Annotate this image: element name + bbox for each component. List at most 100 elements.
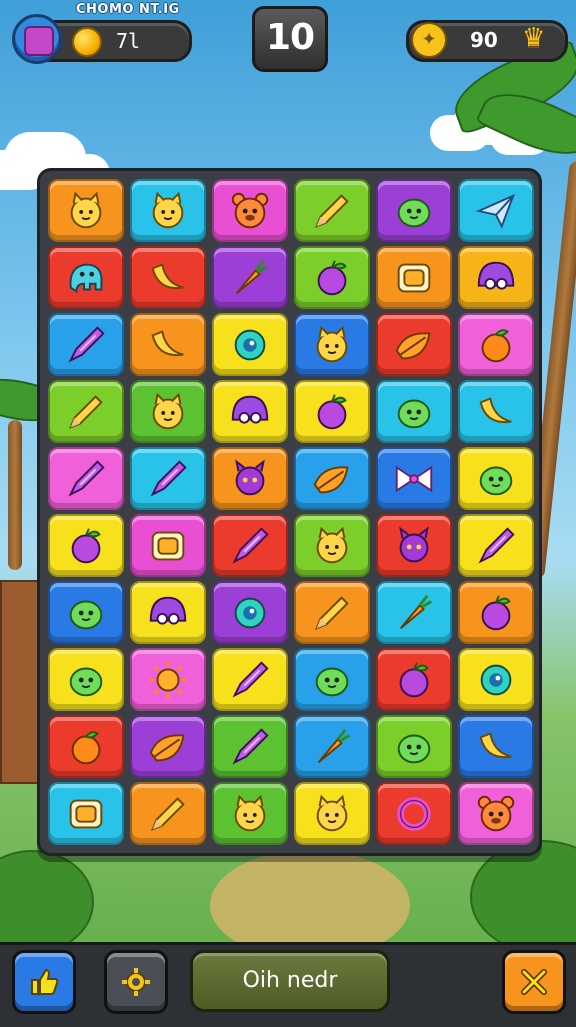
eye-icon	[234, 329, 266, 360]
tile-crayon-r6c3[interactable]	[212, 514, 288, 577]
tile-ring-r10c5[interactable]	[376, 782, 452, 845]
tile-carrot-r2c3[interactable]	[212, 246, 288, 309]
tile-bear-r1c3[interactable]	[212, 179, 288, 242]
tile-blob-r5c6[interactable]	[458, 447, 534, 510]
tile-pencil-r1c4[interactable]	[294, 179, 370, 242]
tile-eye-r8c6[interactable]	[458, 648, 534, 711]
crayon-icon	[232, 727, 269, 764]
tile-blob-r7c1[interactable]	[48, 581, 124, 644]
tile-helmet-r4c3[interactable]	[212, 380, 288, 443]
player-avatar[interactable]	[12, 14, 62, 64]
tile-cat-r6c4[interactable]	[294, 514, 370, 577]
devil-icon	[399, 525, 429, 562]
tile-apple-r2c4[interactable]	[294, 246, 370, 309]
tile-apple-r4c4[interactable]	[294, 380, 370, 443]
apple-icon	[399, 661, 429, 697]
crayon-icon	[150, 459, 187, 496]
pencil-icon	[314, 193, 349, 228]
tile-pencil-r7c4[interactable]	[294, 581, 370, 644]
hint-button[interactable]	[12, 950, 76, 1014]
tile-cat-r1c2[interactable]	[130, 179, 206, 242]
tile-crayon-r9c3[interactable]	[212, 715, 288, 778]
tile-apple-r8c5[interactable]	[376, 648, 452, 711]
sun-icon	[148, 660, 188, 699]
apple-icon	[71, 527, 101, 563]
tile-leaf-r9c2[interactable]	[130, 715, 206, 778]
tile-grid	[48, 179, 534, 845]
tile-eye-r3c3[interactable]	[212, 313, 288, 376]
tile-eye-r7c3[interactable]	[212, 581, 288, 644]
tile-apple-r6c1[interactable]	[48, 514, 124, 577]
tile-devil-r6c5[interactable]	[376, 514, 452, 577]
cat-icon	[234, 794, 266, 831]
helmet-icon	[231, 395, 269, 423]
tile-plane-r1c6[interactable]	[458, 179, 534, 242]
tile-banana-r3c2[interactable]	[130, 313, 206, 376]
tile-cat-r1c1[interactable]	[48, 179, 124, 242]
tile-carrot-r7c5[interactable]	[376, 581, 452, 644]
devil-icon	[235, 458, 265, 495]
tile-sun-r8c2[interactable]	[130, 648, 206, 711]
banana-icon	[479, 731, 512, 758]
elephant-icon	[69, 263, 103, 293]
box-icon	[397, 263, 431, 292]
tile-box-r2c5[interactable]	[376, 246, 452, 309]
cat-icon	[316, 794, 348, 831]
tile-cat-r4c2[interactable]	[130, 380, 206, 443]
tile-leaf-r5c4[interactable]	[294, 447, 370, 510]
tile-orange-r9c1[interactable]	[48, 715, 124, 778]
tile-crayon-r8c3[interactable]	[212, 648, 288, 711]
tile-bow-r5c5[interactable]	[376, 447, 452, 510]
crown-icon: ♛	[522, 23, 546, 53]
ring-icon	[397, 796, 431, 831]
blob-icon	[479, 466, 513, 495]
helmet-icon	[149, 596, 187, 624]
tile-crayon-r5c1[interactable]	[48, 447, 124, 510]
tile-helmet-r7c2[interactable]	[130, 581, 206, 644]
tile-crayon-r6c6[interactable]	[458, 514, 534, 577]
eye-icon	[480, 664, 512, 695]
tile-cat-r3c4[interactable]	[294, 313, 370, 376]
blob-icon	[397, 198, 431, 227]
main-action-button[interactable]: Oih nedr	[190, 950, 390, 1012]
leaf-icon	[149, 733, 185, 761]
tile-bear-r10c6[interactable]	[458, 782, 534, 845]
tile-crayon-r5c2[interactable]	[130, 447, 206, 510]
tile-helmet-r2c6[interactable]	[458, 246, 534, 309]
tile-cat-r10c4[interactable]	[294, 782, 370, 845]
tile-pencil-r10c2[interactable]	[130, 782, 206, 845]
tile-leaf-r3c5[interactable]	[376, 313, 452, 376]
tile-apple-r7c6[interactable]	[458, 581, 534, 644]
tile-banana-r2c2[interactable]	[130, 246, 206, 309]
tile-banana-r9c6[interactable]	[458, 715, 534, 778]
moves-counter: 10	[252, 6, 328, 72]
coin-icon	[72, 27, 102, 57]
crayon-icon	[68, 325, 105, 362]
tile-blob-r8c1[interactable]	[48, 648, 124, 711]
tile-box-r10c1[interactable]	[48, 782, 124, 845]
apple-icon	[317, 393, 347, 429]
tile-pencil-r4c1[interactable]	[48, 380, 124, 443]
tile-carrot-r9c4[interactable]	[294, 715, 370, 778]
settings-button[interactable]	[104, 950, 168, 1014]
tile-box-r6c2[interactable]	[130, 514, 206, 577]
box-icon	[151, 531, 185, 560]
tile-blob-r8c4[interactable]	[294, 648, 370, 711]
cat-icon	[316, 526, 348, 563]
cat-icon	[152, 191, 184, 228]
tile-blob-r1c5[interactable]	[376, 179, 452, 242]
avatar-icon	[24, 26, 54, 56]
tile-orange-r3c6[interactable]	[458, 313, 534, 376]
tile-blob-r9c5[interactable]	[376, 715, 452, 778]
box-icon	[69, 799, 103, 828]
tile-elephant-r2c1[interactable]	[48, 246, 124, 309]
apple-icon	[481, 594, 511, 630]
crayon-icon	[478, 526, 515, 563]
tile-devil-r5c3[interactable]	[212, 447, 288, 510]
tile-crayon-r3c1[interactable]	[48, 313, 124, 376]
tile-blob-r4c5[interactable]	[376, 380, 452, 443]
coin-count: 7l	[116, 29, 141, 53]
shuffle-button[interactable]	[502, 950, 566, 1014]
tile-cat-r10c3[interactable]	[212, 782, 288, 845]
tile-banana-r4c6[interactable]	[458, 380, 534, 443]
